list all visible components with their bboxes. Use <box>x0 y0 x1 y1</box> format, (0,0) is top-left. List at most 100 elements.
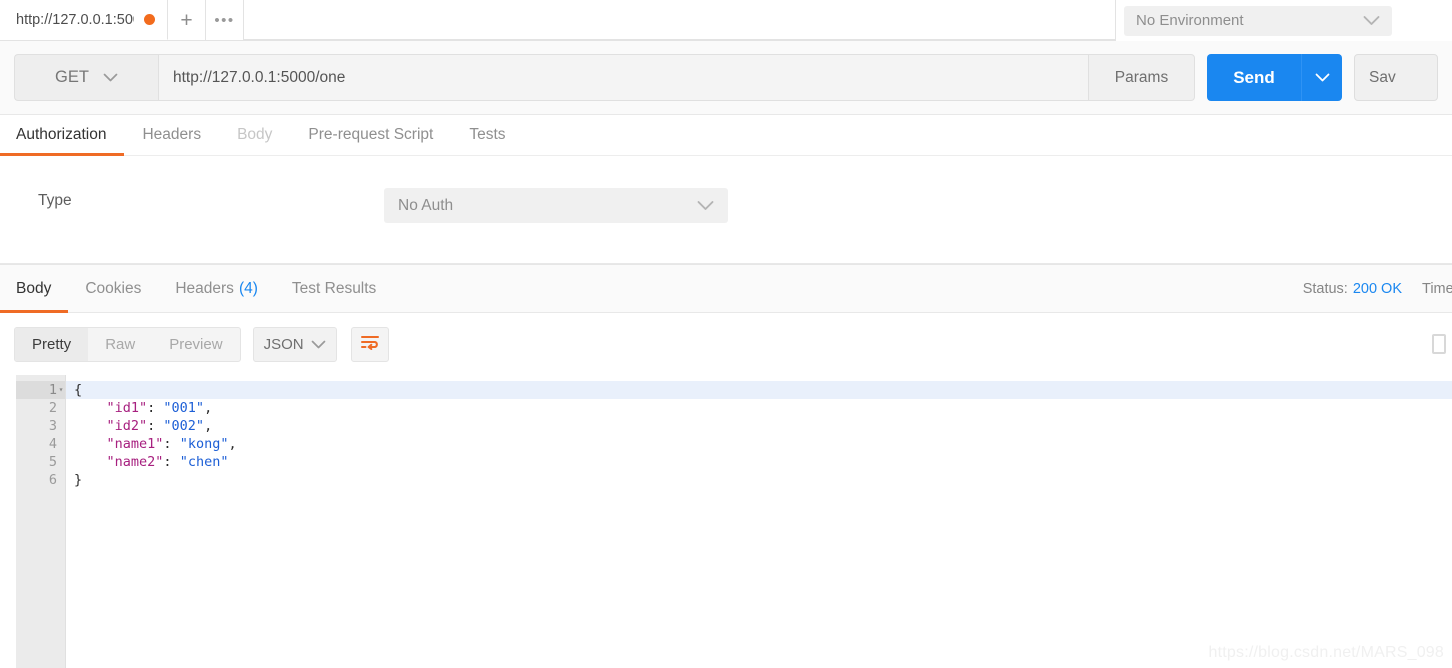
body-format-select[interactable]: JSON <box>253 327 337 362</box>
tab-authorization-label: Authorization <box>16 126 106 144</box>
status-label: Status: <box>1303 281 1348 297</box>
request-tab-label: http://127.0.0.1:500 <box>16 12 134 28</box>
chevron-down-icon <box>311 340 326 349</box>
url-input-value: http://127.0.0.1:5000/one <box>173 69 345 87</box>
response-tab-test-results-label: Test Results <box>292 280 376 298</box>
tab-headers[interactable]: Headers <box>124 115 219 155</box>
json-key: "name2" <box>107 454 164 470</box>
tab-body-label: Body <box>237 126 272 144</box>
gutter-line-number: 2 <box>16 399 65 417</box>
http-method-label: GET <box>55 68 89 87</box>
json-punctuation: } <box>74 472 82 488</box>
watermark: https://blog.csdn.net/MARS_098 <box>1209 644 1444 662</box>
tab-pre-request-script[interactable]: Pre-request Script <box>290 115 451 155</box>
postman-window: http://127.0.0.1:500 + ••• No Environmen… <box>0 0 1452 668</box>
code-line: } <box>66 471 1452 489</box>
json-punctuation: : <box>147 418 163 434</box>
environment-selected-label: No Environment <box>1136 12 1244 29</box>
tab-bar-filler <box>244 0 1115 40</box>
auth-type-select[interactable]: No Auth <box>384 188 728 223</box>
environment-quick-look-button[interactable] <box>1400 6 1418 36</box>
body-view-pretty[interactable]: Pretty <box>15 328 88 361</box>
gutter-line-number: 5 <box>16 453 65 471</box>
tab-options-button[interactable]: ••• <box>206 0 244 40</box>
body-format-value: JSON <box>264 336 304 353</box>
json-punctuation <box>74 454 107 470</box>
editor-left-padding <box>0 375 16 668</box>
code-line: "id2": "002", <box>66 417 1452 435</box>
json-key: "id1" <box>107 400 148 416</box>
response-tab-body[interactable]: Body <box>0 265 68 312</box>
response-tab-test-results[interactable]: Test Results <box>275 265 393 312</box>
params-button[interactable]: Params <box>1089 54 1195 101</box>
gutter-line-number: 6 <box>16 471 65 489</box>
json-value: "001" <box>163 400 204 416</box>
json-punctuation <box>74 418 107 434</box>
send-button-group: Send <box>1207 54 1342 101</box>
request-tabs: Authorization Headers Body Pre-request S… <box>0 115 1452 156</box>
url-input[interactable]: http://127.0.0.1:5000/one <box>158 54 1089 101</box>
body-view-preview[interactable]: Preview <box>152 328 239 361</box>
environment-settings-button[interactable] <box>1426 6 1444 36</box>
auth-type-label: Type <box>38 192 72 210</box>
body-view-preview-label: Preview <box>169 336 222 353</box>
send-options-button[interactable] <box>1301 54 1342 101</box>
response-tabs: Body Cookies Headers (4) Test Results St… <box>0 265 1452 313</box>
editor-code-area[interactable]: { "id1": "001", "id2": "002", "name1": "… <box>66 375 1452 668</box>
response-body-editor: 1▾23456 { "id1": "001", "id2": "002", "n… <box>0 375 1452 668</box>
body-view-raw[interactable]: Raw <box>88 328 152 361</box>
code-line: { <box>66 381 1452 399</box>
response-body-toolbar: Pretty Raw Preview JSON <box>0 313 1452 375</box>
chevron-down-icon <box>1363 15 1380 26</box>
response-tab-headers[interactable]: Headers (4) <box>158 265 275 312</box>
save-button[interactable]: Sav <box>1354 54 1438 101</box>
send-label: Send <box>1233 68 1275 88</box>
response-tab-headers-label: Headers <box>175 280 234 298</box>
unsaved-dot-icon <box>144 14 155 25</box>
response-headers-count: (4) <box>239 280 258 298</box>
json-punctuation: : <box>163 454 179 470</box>
gutter-line-number: 1▾ <box>16 381 65 399</box>
response-tab-cookies-label: Cookies <box>85 280 141 298</box>
json-punctuation: { <box>74 382 82 398</box>
tab-headers-label: Headers <box>142 126 201 144</box>
auth-type-value: No Auth <box>398 197 453 215</box>
gutter-line-number: 4 <box>16 435 65 453</box>
json-key: "name1" <box>107 436 164 452</box>
json-value: "002" <box>163 418 204 434</box>
json-punctuation: , <box>228 436 236 452</box>
status-value: 200 OK <box>1353 281 1402 297</box>
word-wrap-button[interactable] <box>351 327 389 362</box>
new-tab-button[interactable]: + <box>168 0 206 40</box>
http-method-select[interactable]: GET <box>14 54 158 101</box>
response-tab-body-label: Body <box>16 280 51 298</box>
tab-body[interactable]: Body <box>219 115 290 155</box>
json-punctuation: , <box>204 400 212 416</box>
code-line: "name2": "chen" <box>66 453 1452 471</box>
response-tab-cookies[interactable]: Cookies <box>68 265 158 312</box>
save-label: Sav <box>1369 69 1396 87</box>
chevron-down-icon <box>697 200 714 211</box>
plus-icon: + <box>180 10 192 31</box>
word-wrap-icon <box>360 334 380 355</box>
gutter-line-number: 3 <box>16 417 65 435</box>
request-tab[interactable]: http://127.0.0.1:500 <box>0 0 168 40</box>
tab-pre-request-script-label: Pre-request Script <box>308 126 433 144</box>
body-view-pretty-label: Pretty <box>32 336 71 353</box>
json-value: "kong" <box>180 436 229 452</box>
copy-icon[interactable] <box>1432 334 1446 354</box>
editor-gutter: 1▾23456 <box>16 375 66 668</box>
tab-authorization[interactable]: Authorization <box>0 115 124 155</box>
code-line: "id1": "001", <box>66 399 1452 417</box>
chevron-down-icon <box>1315 73 1330 82</box>
tab-tests[interactable]: Tests <box>451 115 523 155</box>
params-label: Params <box>1115 69 1168 87</box>
json-punctuation: : <box>163 436 179 452</box>
json-punctuation <box>74 436 107 452</box>
tab-tests-label: Tests <box>469 126 505 144</box>
send-button[interactable]: Send <box>1207 54 1301 101</box>
tab-bar: http://127.0.0.1:500 + ••• No Environmen… <box>0 0 1452 41</box>
code-line: "name1": "kong", <box>66 435 1452 453</box>
ellipsis-icon: ••• <box>214 13 234 28</box>
environment-select[interactable]: No Environment <box>1124 6 1392 36</box>
